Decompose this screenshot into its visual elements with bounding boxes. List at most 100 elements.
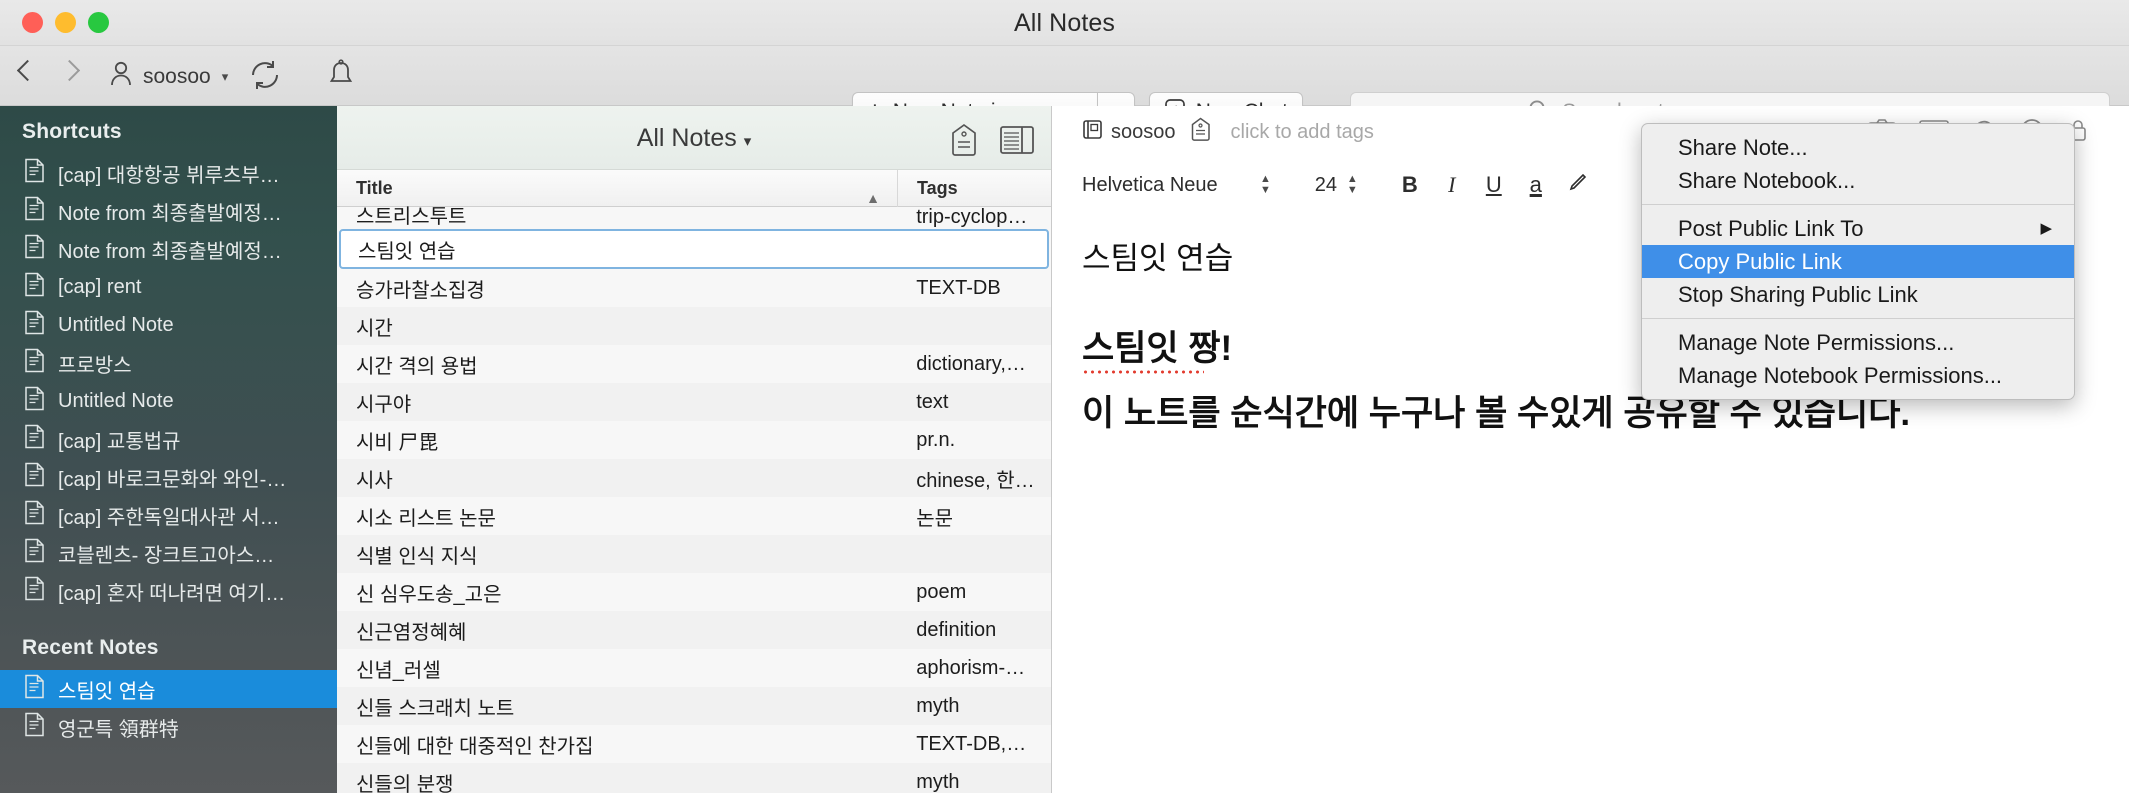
note-row-title: 신들의 분쟁 (356, 773, 454, 793)
menu-item[interactable]: Post Public Link To ▶ (1642, 212, 2074, 245)
editor-notebook-button[interactable]: soosoo (1082, 119, 1176, 146)
note-row-title: 시구야 (356, 393, 412, 416)
sidebar-item[interactable]: Note from 최종출발예정… (0, 192, 337, 230)
note-row-title: 신념_러셀 (356, 659, 441, 682)
text-color-button[interactable]: a (1518, 172, 1554, 198)
sidebar-item[interactable]: [cap] 교통법규 (0, 420, 337, 458)
table-row[interactable]: 식별 인식 지식 (337, 535, 1051, 573)
bold-button[interactable]: B (1392, 172, 1428, 198)
note-row-tags: TEXT-DB (916, 276, 1001, 299)
note-row-title: 신들에 대한 대중적인 찬가집 (356, 735, 594, 758)
back-icon[interactable] (18, 56, 34, 84)
sidebar-item-label: 스팀잇 연습 (58, 680, 156, 703)
editor-notebook-name: soosoo (1111, 121, 1176, 143)
sidebar-item[interactable]: Untitled Note (0, 382, 337, 420)
table-row[interactable]: 시구야 text (337, 383, 1051, 421)
table-row[interactable]: 시사 chinese, 한… (337, 459, 1051, 497)
sidebar-item[interactable]: 프로방스 (0, 344, 337, 382)
menu-item[interactable]: Share Notebook... (1642, 164, 2074, 197)
menu-item-label: Manage Note Permissions... (1678, 330, 1955, 355)
menu-item[interactable]: Copy Public Link (1642, 245, 2074, 278)
chevron-down-icon: ▾ (743, 133, 752, 150)
sidebar-item[interactable]: [cap] 바로크문화와 와인-… (0, 458, 337, 496)
table-row[interactable]: 시비 尸毘 pr.n. (337, 421, 1051, 459)
note-row-title: 시비 尸毘 (356, 431, 439, 454)
sidebar-item[interactable]: 영군특 領群特 (0, 708, 337, 746)
sidebar-section-recent: Recent Notes (22, 636, 159, 659)
sidebar-item[interactable]: [cap] 대항항공 뷔루츠부… (0, 154, 337, 192)
table-row[interactable]: 신근염정혜혜 definition (337, 611, 1051, 649)
menu-item-label: Post Public Link To (1678, 216, 1864, 241)
table-row[interactable]: 신들의 분쟁 myth (337, 763, 1051, 793)
sidebar-item[interactable]: [cap] rent (0, 268, 337, 306)
menu-item[interactable]: Stop Sharing Public Link (1642, 278, 2074, 311)
note-list-panel: All Notes ▾ Title ▲ Tags 스트리스투트 trip-cyc… (337, 106, 1052, 793)
note-list-title: All Notes (636, 124, 737, 152)
list-view-icon[interactable] (999, 124, 1035, 161)
table-row[interactable]: 승가라찰소집경 TEXT-DB (337, 269, 1051, 307)
table-row[interactable]: 시간 격의 용법 dictionary,… (337, 345, 1051, 383)
sidebar-item-label: Note from 최종출발예정… (58, 240, 282, 263)
add-tags-field[interactable]: click to add tags (1231, 121, 1374, 144)
table-row[interactable]: 신 심우도송_고은 poem (337, 573, 1051, 611)
table-row[interactable]: 신들에 대한 대중적인 찬가집 TEXT-DB,… (337, 725, 1051, 763)
navigation-arrows (18, 56, 76, 84)
highlighter-icon[interactable] (1560, 170, 1596, 200)
table-row[interactable]: 스팀잇 연습 (339, 229, 1049, 269)
sidebar-item-label: [cap] 혼자 떠나려면 여기… (58, 582, 286, 605)
sidebar-item-label: Note from 최종출발예정… (58, 202, 282, 225)
note-icon (24, 576, 45, 607)
account-switcher[interactable]: soosoo ▾ (108, 60, 228, 93)
sidebar-item[interactable]: 코블렌츠- 장크트고아스… (0, 534, 337, 572)
note-row-title: 시소 리스트 논문 (356, 507, 496, 530)
sidebar-item[interactable]: 스팀잇 연습 (0, 670, 337, 708)
note-list-title-button[interactable]: All Notes ▾ (337, 106, 1051, 170)
note-row-tags: definition (916, 618, 997, 641)
underline-button[interactable]: U (1476, 172, 1512, 198)
column-header-tags[interactable]: Tags (898, 170, 958, 207)
note-icon (24, 272, 45, 303)
font-family-select[interactable]: Helvetica Neue (1082, 174, 1260, 197)
note-row-tags: trip-cyclop… (916, 206, 1028, 228)
sidebar-item-label: Untitled Note (58, 389, 174, 412)
sidebar-item[interactable]: Note from 최종출발예정… (0, 230, 337, 268)
note-row-tags: 논문 (916, 507, 954, 530)
note-row-tags: pr.n. (916, 428, 956, 451)
menu-item-label: Share Note... (1678, 135, 1808, 160)
note-icon (24, 348, 45, 379)
sidebar-item[interactable]: [cap] 혼자 떠나려면 여기… (0, 572, 337, 610)
sidebar-item-label: [cap] 대항항공 뷔루츠부… (58, 164, 280, 187)
sidebar-item[interactable]: [cap] 주한독일대사관 서… (0, 496, 337, 534)
notifications-bell-icon[interactable] (326, 58, 356, 97)
sync-button[interactable] (248, 58, 282, 97)
table-row[interactable]: 스트리스투트 trip-cyclop… (337, 206, 1051, 229)
table-row[interactable]: 시간 (337, 307, 1051, 345)
font-size-select[interactable]: 24 (1305, 174, 1347, 197)
menu-item-label: Stop Sharing Public Link (1678, 282, 1918, 307)
forward-icon[interactable] (60, 56, 76, 84)
italic-button[interactable]: I (1434, 172, 1470, 198)
note-icon (24, 234, 45, 265)
chevron-down-icon: ▾ (221, 68, 229, 84)
table-row[interactable]: 신들 스크래치 노트 myth (337, 687, 1051, 725)
sidebar-item[interactable]: Untitled Note (0, 306, 337, 344)
table-row[interactable]: 신념_러셀 aphorism-… (337, 649, 1051, 687)
menu-item-label: Copy Public Link (1678, 249, 1842, 274)
menu-item[interactable]: Manage Note Permissions... (1642, 326, 2074, 359)
note-row-title: 식별 인식 지식 (356, 545, 478, 568)
note-icon (24, 424, 45, 455)
note-row-title: 스팀잇 연습 (358, 240, 456, 263)
sidebar-item-label: 영군특 領群特 (58, 718, 179, 741)
tag-icon[interactable] (949, 123, 979, 162)
table-row[interactable]: 시소 리스트 논문 논문 (337, 497, 1051, 535)
menu-item[interactable]: Share Note... (1642, 131, 2074, 164)
app-window: All Notes soosoo ▾ Shortcuts [cap] 대항항공 … (0, 0, 2129, 793)
note-list-header-icons (949, 123, 1035, 162)
menu-item[interactable]: Manage Notebook Permissions... (1642, 359, 2074, 392)
account-name: soosoo (143, 64, 211, 88)
sidebar-item-label: [cap] 바로크문화와 와인-… (58, 468, 287, 491)
tag-icon[interactable] (1190, 117, 1211, 148)
note-icon (24, 674, 45, 705)
font-family-stepper[interactable]: ▲ ▼ (1260, 174, 1271, 196)
font-size-stepper[interactable]: ▲ ▼ (1347, 174, 1358, 196)
